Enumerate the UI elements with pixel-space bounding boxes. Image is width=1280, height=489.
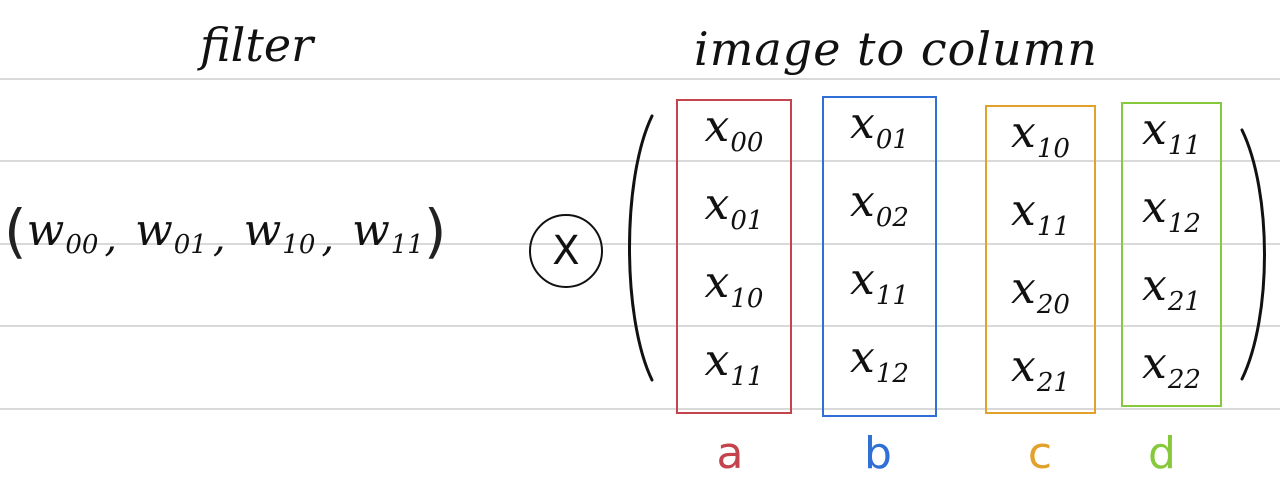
column-d-entry: x 12 bbox=[1123, 182, 1220, 238]
column-c-box: x 10 x 11 x 20 x 21 bbox=[985, 105, 1096, 414]
weight-subscript: 10 bbox=[282, 230, 316, 260]
entry-base: x bbox=[1142, 104, 1167, 155]
column-d-entry: x 22 bbox=[1123, 338, 1220, 394]
entry-subscript: 11 bbox=[730, 362, 764, 392]
filter-vector: ( w 00 , w 01 , w 10 , w 11 ) bbox=[4, 202, 447, 260]
column-d-entry: x 11 bbox=[1123, 104, 1220, 160]
vector-close-paren: ) bbox=[423, 197, 447, 265]
weight-base: w bbox=[352, 205, 390, 256]
column-b-label: b bbox=[864, 428, 892, 479]
column-c-entry: x 21 bbox=[987, 341, 1094, 397]
entry-base: x bbox=[1011, 185, 1036, 236]
entry-base: x bbox=[704, 179, 730, 230]
entry-base: x bbox=[1142, 182, 1167, 233]
entry-subscript: 11 bbox=[1167, 131, 1201, 161]
column-b-entry: x 01 bbox=[824, 98, 935, 154]
weight-w01: w 01 bbox=[135, 205, 207, 259]
entry-subscript: 20 bbox=[1036, 290, 1070, 320]
weight-base: w bbox=[243, 205, 282, 256]
entry-base: x bbox=[704, 335, 730, 386]
entry-subscript: 11 bbox=[875, 281, 909, 311]
column-d-box: x 11 x 12 x 21 x 22 bbox=[1121, 102, 1222, 407]
weight-base: w bbox=[135, 205, 173, 256]
entry-subscript: 10 bbox=[1036, 134, 1070, 164]
entry-subscript: 10 bbox=[730, 284, 764, 314]
vector-comma: , bbox=[104, 215, 118, 261]
entry-base: x bbox=[850, 98, 875, 149]
entry-subscript: 21 bbox=[1036, 368, 1070, 398]
filter-heading: filter bbox=[200, 18, 314, 72]
entry-subscript: 12 bbox=[1167, 209, 1201, 239]
vector-comma: , bbox=[212, 215, 226, 261]
column-a-label: a bbox=[716, 428, 744, 479]
entry-subscript: 11 bbox=[1036, 212, 1070, 242]
column-a-entry: x 01 bbox=[678, 179, 790, 235]
column-a-box: x 00 x 01 x 10 x 11 bbox=[676, 99, 792, 414]
entry-subscript: 00 bbox=[730, 128, 764, 158]
entry-subscript: 21 bbox=[1167, 287, 1201, 317]
notebook-page: filter image to column ( w 00 , w 01 , w… bbox=[0, 0, 1280, 489]
column-d-label: d bbox=[1148, 428, 1176, 479]
entry-subscript: 02 bbox=[875, 203, 909, 233]
entry-base: x bbox=[1142, 338, 1167, 389]
entry-base: x bbox=[1142, 260, 1167, 311]
circled-times-operator: X bbox=[529, 214, 603, 288]
im2col-heading: image to column bbox=[694, 22, 1098, 76]
vector-open-paren: ( bbox=[4, 197, 27, 265]
weight-w11: w 11 bbox=[352, 205, 424, 259]
weight-w10: w 10 bbox=[243, 205, 316, 259]
entry-subscript: 01 bbox=[875, 125, 909, 155]
column-c-entry: x 10 bbox=[987, 107, 1094, 163]
column-b-box: x 01 x 02 x 11 x 12 bbox=[822, 96, 937, 417]
column-b-entry: x 11 bbox=[824, 254, 935, 310]
column-c-entry: x 11 bbox=[987, 185, 1094, 241]
column-c-label: c bbox=[1027, 428, 1053, 479]
column-c-entry: x 20 bbox=[987, 263, 1094, 319]
entry-base: x bbox=[704, 257, 730, 308]
entry-base: x bbox=[850, 332, 875, 383]
entry-subscript: 01 bbox=[730, 206, 764, 236]
weight-subscript: 00 bbox=[65, 230, 99, 260]
column-a-entry: x 11 bbox=[678, 335, 790, 391]
entry-subscript: 22 bbox=[1167, 365, 1201, 395]
matrix-right-paren bbox=[1240, 128, 1266, 381]
entry-base: x bbox=[704, 101, 730, 152]
matrix-left-paren bbox=[628, 114, 654, 382]
entry-base: x bbox=[850, 254, 875, 305]
weight-subscript: 11 bbox=[390, 230, 424, 260]
column-a-entry: x 00 bbox=[678, 101, 790, 157]
column-a-entry: x 10 bbox=[678, 257, 790, 313]
entry-base: x bbox=[1011, 341, 1036, 392]
column-b-entry: x 12 bbox=[824, 332, 935, 388]
weight-w00: w 00 bbox=[26, 205, 99, 259]
entry-base: x bbox=[850, 176, 875, 227]
operator-symbol: X bbox=[552, 228, 580, 274]
column-d-entry: x 21 bbox=[1123, 260, 1220, 316]
weight-subscript: 01 bbox=[173, 230, 207, 260]
vector-comma: , bbox=[321, 215, 335, 261]
entry-subscript: 12 bbox=[875, 359, 909, 389]
ruled-line bbox=[0, 78, 1280, 80]
column-b-entry: x 02 bbox=[824, 176, 935, 232]
entry-base: x bbox=[1011, 107, 1036, 158]
entry-base: x bbox=[1011, 263, 1036, 314]
weight-base: w bbox=[26, 205, 65, 256]
